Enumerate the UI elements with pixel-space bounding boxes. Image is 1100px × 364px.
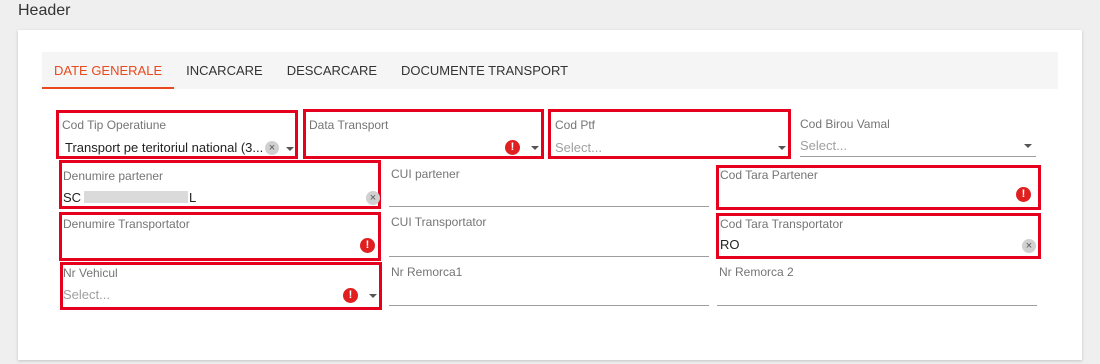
- chevron-down-icon[interactable]: [1024, 144, 1032, 148]
- nr-vehicul-label: Nr Vehicul: [63, 266, 118, 280]
- data-transport-label: Data Transport: [309, 118, 389, 132]
- nr-remorca1-field[interactable]: Nr Remorca1: [389, 260, 709, 307]
- error-icon: !: [343, 288, 358, 303]
- field-underline: [717, 305, 1037, 306]
- field-underline: [389, 305, 709, 306]
- field-underline: [389, 206, 709, 207]
- cod-birou-vamal-select[interactable]: Cod Birou Vamal Select...: [800, 112, 1036, 158]
- error-icon: !: [360, 238, 375, 253]
- cod-tara-transportator-label: Cod Tara Transportator: [720, 217, 844, 231]
- chevron-down-icon[interactable]: [369, 294, 377, 298]
- nr-remorca1-label: Nr Remorca1: [391, 265, 463, 279]
- nr-remorca2-label: Nr Remorca 2: [719, 265, 794, 279]
- tab-bar: DATE GENERALE INCARCARE DESCARCARE DOCUM…: [42, 52, 1058, 89]
- tab-descarcare[interactable]: DESCARCARE: [275, 52, 389, 89]
- denumire-partener-value-prefix: SC: [63, 190, 82, 205]
- cod-tara-partener-field[interactable]: Cod Tara Partener !: [716, 165, 1041, 210]
- nr-vehicul-select[interactable]: Nr Vehicul Select... !: [60, 262, 382, 310]
- chevron-down-icon[interactable]: [286, 147, 294, 151]
- chevron-down-icon[interactable]: [531, 146, 539, 150]
- cod-tara-transportator-field[interactable]: Cod Tara Transportator RO ×: [716, 213, 1041, 259]
- cui-transportator-label: CUI Transportator: [391, 215, 487, 229]
- denumire-partener-label: Denumire partener: [63, 169, 164, 183]
- field-underline: [389, 256, 709, 257]
- cod-tip-operatiune-select[interactable]: Cod Tip Operatiune Transport pe teritori…: [56, 110, 298, 159]
- nr-vehicul-placeholder: Select...: [63, 287, 110, 302]
- clear-icon[interactable]: ×: [1022, 239, 1036, 253]
- tab-documente-transport[interactable]: DOCUMENTE TRANSPORT: [389, 52, 580, 89]
- field-underline: [800, 156, 1036, 157]
- data-transport-field[interactable]: Data Transport !: [303, 109, 544, 159]
- clear-icon[interactable]: ×: [265, 141, 279, 155]
- clear-icon[interactable]: ×: [366, 191, 380, 205]
- denumire-transportator-label: Denumire Transportator: [63, 217, 190, 231]
- cod-birou-vamal-placeholder: Select...: [800, 138, 847, 153]
- error-icon: !: [505, 140, 520, 155]
- error-icon: !: [1016, 187, 1031, 202]
- cod-tip-operatiune-label: Cod Tip Operatiune: [62, 118, 167, 132]
- cod-ptf-select[interactable]: Cod Ptf Select...: [548, 109, 791, 159]
- denumire-partener-field[interactable]: Denumire partener SC L ×: [59, 160, 381, 209]
- cui-partener-field[interactable]: CUI partener: [389, 162, 709, 208]
- cod-tara-partener-label: Cod Tara Partener: [720, 168, 818, 182]
- cod-birou-vamal-label: Cod Birou Vamal: [800, 117, 890, 131]
- cod-tip-operatiune-value: Transport pe teritoriul national (3...: [65, 140, 264, 155]
- denumire-transportator-field[interactable]: Denumire Transportator !: [59, 212, 381, 261]
- chevron-down-icon[interactable]: [778, 146, 786, 150]
- cod-ptf-label: Cod Ptf: [555, 118, 596, 132]
- denumire-partener-value-suffix: L: [189, 190, 197, 205]
- cod-ptf-placeholder: Select...: [555, 140, 602, 155]
- cui-transportator-field[interactable]: CUI Transportator: [389, 211, 709, 258]
- cui-partener-label: CUI partener: [391, 167, 460, 181]
- page-title: Header: [18, 2, 71, 19]
- tab-incarcare[interactable]: INCARCARE: [174, 52, 275, 89]
- cod-tara-transportator-value: RO: [720, 237, 740, 252]
- redacted-text: [84, 191, 188, 203]
- nr-remorca2-field[interactable]: Nr Remorca 2: [717, 260, 1037, 307]
- header-card: DATE GENERALE INCARCARE DESCARCARE DOCUM…: [18, 30, 1082, 360]
- tab-date-generale[interactable]: DATE GENERALE: [42, 52, 175, 89]
